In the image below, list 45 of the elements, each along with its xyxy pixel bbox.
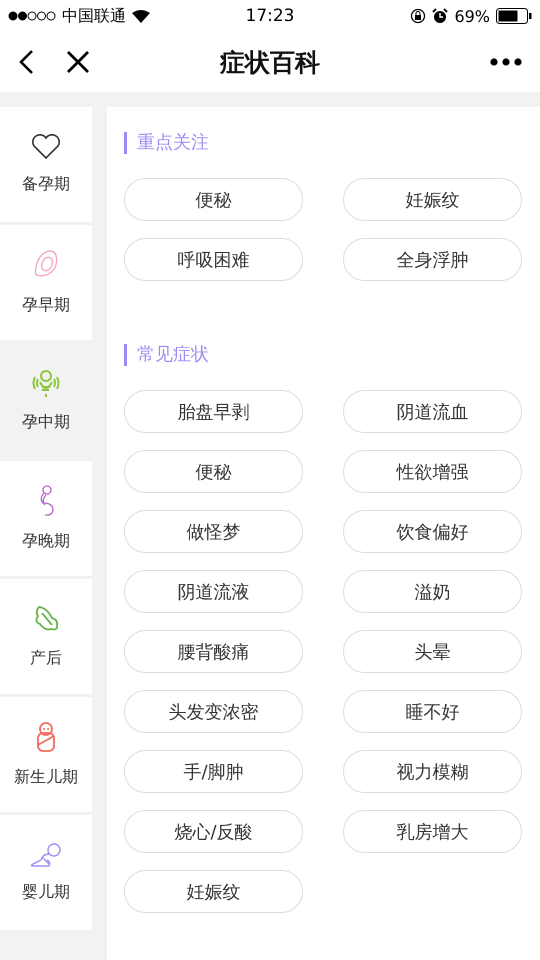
symptom-tag[interactable]: 妊娠纹 xyxy=(124,870,303,913)
symptom-tag[interactable]: 视力模糊 xyxy=(343,750,522,793)
symptom-tag[interactable]: 性欲增强 xyxy=(343,450,522,493)
sidebar-item[interactable]: 孕早期 xyxy=(0,225,92,340)
heart-icon xyxy=(31,134,61,160)
section-title: 重点关注 xyxy=(124,132,522,154)
swaddled-baby-icon xyxy=(35,721,57,753)
sidebar-item[interactable]: 孕晚期 xyxy=(0,461,92,576)
symptom-tag[interactable]: 呼吸困难 xyxy=(124,238,303,281)
more-icon xyxy=(490,58,522,66)
carrier-name: 中国联通 xyxy=(62,6,126,26)
signal-strength-icon xyxy=(8,11,56,21)
battery-percent: 69% xyxy=(454,6,490,26)
symptom-tag[interactable]: 饮食偏好 xyxy=(343,510,522,553)
wifi-icon xyxy=(132,10,150,22)
symptom-tag[interactable]: 溢奶 xyxy=(343,570,522,613)
symptom-tag[interactable]: 手/脚肿 xyxy=(124,750,303,793)
symptom-tag[interactable]: 睡不好 xyxy=(343,690,522,733)
symptom-tag[interactable]: 便秘 xyxy=(124,178,303,221)
symptom-tag[interactable]: 阴道流血 xyxy=(343,390,522,433)
symptom-tag[interactable]: 乳房增大 xyxy=(343,810,522,853)
symptom-tag[interactable]: 头晕 xyxy=(343,630,522,673)
sidebar-item[interactable]: 婴儿期 xyxy=(0,815,92,930)
symptom-tag[interactable]: 腰背酸痛 xyxy=(124,630,303,673)
sidebar-item[interactable]: 备孕期 xyxy=(0,107,92,222)
sidebar-item[interactable]: 产后 xyxy=(0,579,92,694)
sidebar-item[interactable]: 新生儿期 xyxy=(0,697,92,812)
symptom-tag[interactable]: 妊娠纹 xyxy=(343,178,522,221)
crawling-baby-icon xyxy=(29,842,63,868)
symptom-tag[interactable]: 烧心/反酸 xyxy=(124,810,303,853)
section-title: 常见症状 xyxy=(124,344,522,366)
symptom-tag[interactable]: 阴道流液 xyxy=(124,570,303,613)
symptom-tag[interactable]: 头发变浓密 xyxy=(124,690,303,733)
symptom-tag[interactable]: 便秘 xyxy=(124,450,303,493)
symptom-tag[interactable]: 做怪梦 xyxy=(124,510,303,553)
rotation-lock-icon xyxy=(410,8,426,24)
status-time: 17:23 xyxy=(246,6,294,26)
page-title: 症状百科 xyxy=(220,46,320,78)
battery-icon xyxy=(496,8,532,24)
symptom-tag[interactable]: 胎盘早剥 xyxy=(124,390,303,433)
back-icon xyxy=(18,49,34,75)
fetus-icon xyxy=(30,368,62,398)
symptom-tag[interactable]: 全身浮肿 xyxy=(343,238,522,281)
alarm-icon xyxy=(432,8,448,24)
close-icon xyxy=(66,50,90,74)
